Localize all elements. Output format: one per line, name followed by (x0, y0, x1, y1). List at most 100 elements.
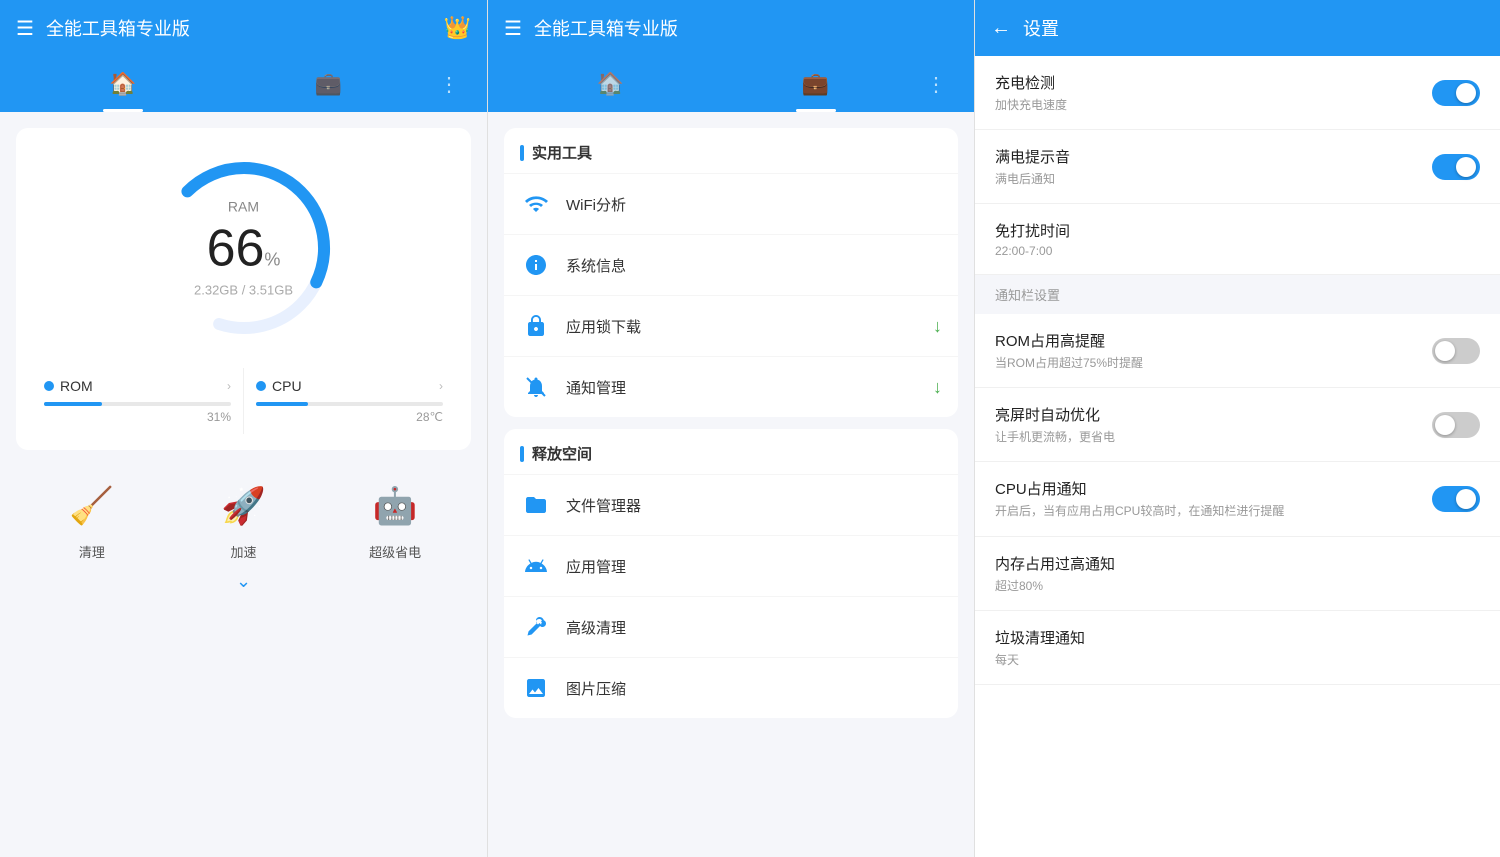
setting-mem-name: 内存占用过高通知 (995, 553, 1480, 574)
item-applock-label: 应用锁下载 (566, 316, 919, 337)
setting-dnd: 免打扰时间 22:00-7:00 (975, 204, 1500, 275)
setting-charge-name: 充电检测 (995, 72, 1432, 93)
item-filemanager[interactable]: 文件管理器 (504, 474, 958, 535)
stat-cpu-header: CPU › (256, 378, 443, 394)
android-icon (520, 550, 552, 582)
item-notification-label: 通知管理 (566, 377, 919, 398)
setting-cpu-notify: CPU占用通知 开启后，当有应用占用CPU较高时，在通知栏进行提醒 (975, 462, 1500, 537)
setting-cpu-name: CPU占用通知 (995, 478, 1432, 499)
folder-icon (520, 489, 552, 521)
setting-rom-name: ROM占用高提醒 (995, 330, 1432, 351)
item-sysinfo[interactable]: 系统信息 (504, 234, 958, 295)
item-imgcompress[interactable]: 图片压缩 (504, 657, 958, 718)
section-utilities-title: 实用工具 (532, 142, 592, 163)
app-header-2: ☰ 全能工具箱专业版 (488, 0, 974, 56)
rom-label: ROM (60, 378, 93, 394)
tools-content: 实用工具 WiFi分析 系统信息 (488, 112, 974, 857)
tab-home-2[interactable]: 🏠 (508, 56, 713, 112)
ram-percent-display: 66% (194, 219, 293, 279)
settings-title: 设置 (1023, 15, 1059, 41)
rom-bar-fill (44, 402, 102, 406)
toggle-screen-optimize[interactable] (1432, 412, 1480, 438)
setting-trash-notify: 垃圾清理通知 每天 (975, 611, 1500, 685)
notification-section-header: 通知栏设置 (975, 275, 1500, 314)
section-indicator-2 (520, 446, 524, 462)
crown-icon: 👑 (444, 15, 471, 41)
section-utilities-header: 实用工具 (504, 128, 958, 173)
item-wifi-label: WiFi分析 (566, 194, 942, 215)
setting-screen-name: 亮屏时自动优化 (995, 404, 1432, 425)
item-sysinfo-label: 系统信息 (566, 255, 942, 276)
lock-icon (520, 310, 552, 342)
ram-sub: 2.32GB / 3.51GB (194, 283, 293, 298)
action-boost[interactable]: 🚀 加速 ⌄ (215, 478, 271, 592)
item-wifi[interactable]: WiFi分析 (504, 173, 958, 234)
tab-bar-1: 🏠 💼 ⋮ (0, 56, 487, 112)
briefcase-icon-2: 💼 (802, 71, 829, 97)
section-space: 释放空间 文件管理器 应用管理 (504, 429, 958, 718)
setting-charge-desc: 加快充电速度 (995, 96, 1432, 113)
toggle-charge-detect[interactable] (1432, 80, 1480, 106)
setting-mem-desc: 超过80% (995, 577, 1480, 594)
setting-full-sound: 满电提示音 满电后通知 (975, 130, 1500, 204)
item-imgcompress-label: 图片压缩 (566, 678, 942, 699)
image-icon (520, 672, 552, 704)
stat-rom-header: ROM › (44, 378, 231, 394)
menu-icon-2[interactable]: ☰ (504, 16, 522, 41)
item-advclean-label: 高级清理 (566, 617, 942, 638)
toggle-cpu-notify[interactable] (1432, 486, 1480, 512)
toggle-rom-high[interactable] (1432, 338, 1480, 364)
more-icon-2[interactable]: ⋮ (926, 72, 946, 97)
gauge-center: RAM 66% 2.32GB / 3.51GB (194, 199, 293, 298)
setting-dnd-desc: 22:00-7:00 (995, 244, 1480, 258)
setting-mem-high: 内存占用过高通知 超过80% (975, 537, 1500, 611)
setting-rom-desc: 当ROM占用超过75%时提醒 (995, 354, 1432, 371)
cpu-value: 28℃ (256, 410, 443, 424)
actions-row: 🧹 清理 🚀 加速 ⌄ 🤖 超级省电 (16, 462, 471, 600)
advclean-icon (520, 611, 552, 643)
action-clean[interactable]: 🧹 清理 (64, 478, 120, 592)
rom-dot (44, 381, 54, 391)
briefcase-icon-1: 💼 (315, 71, 342, 97)
menu-icon-1[interactable]: ☰ (16, 16, 34, 41)
cpu-bar-bg (256, 402, 443, 406)
item-advclean[interactable]: 高级清理 (504, 596, 958, 657)
back-button[interactable]: ← (991, 17, 1011, 40)
main-content-1: RAM 66% 2.32GB / 3.51GB ROM › (0, 112, 487, 857)
ram-unit: % (264, 250, 280, 270)
setting-cpu-desc: 开启后，当有应用占用CPU较高时，在通知栏进行提醒 (995, 502, 1432, 520)
ram-gauge: RAM 66% 2.32GB / 3.51GB (144, 148, 344, 348)
panel-main: ☰ 全能工具箱专业版 👑 🏠 💼 ⋮ RAM (0, 0, 487, 857)
item-appmanager[interactable]: 应用管理 (504, 535, 958, 596)
panel-settings: ← 设置 充电检测 加快充电速度 满电提示音 满电后通知 免打扰时间 22:00… (974, 0, 1500, 857)
ram-percent: 66 (207, 220, 265, 278)
app-header-1: ☰ 全能工具箱专业版 👑 (0, 0, 487, 56)
item-appmanager-label: 应用管理 (566, 556, 942, 577)
more-icon-1[interactable]: ⋮ (439, 72, 459, 97)
home-icon-2: 🏠 (597, 71, 624, 97)
item-notification[interactable]: 通知管理 ↓ (504, 356, 958, 417)
settings-header: ← 设置 (975, 0, 1500, 56)
power-icon: 🤖 (373, 485, 418, 527)
toggle-full-sound[interactable] (1432, 154, 1480, 180)
setting-rom-high: ROM占用高提醒 当ROM占用超过75%时提醒 (975, 314, 1500, 388)
tab-home-1[interactable]: 🏠 (20, 56, 226, 112)
panel-tools: ☰ 全能工具箱专业版 🏠 💼 ⋮ 实用工具 (487, 0, 974, 857)
item-filemanager-label: 文件管理器 (566, 495, 942, 516)
wifi-icon (520, 188, 552, 220)
boost-chevron: ⌄ (236, 571, 251, 592)
tab-tools-1[interactable]: 💼 (226, 56, 432, 112)
tab-bar-2: 🏠 💼 ⋮ (488, 56, 974, 112)
section-utilities: 实用工具 WiFi分析 系统信息 (504, 128, 958, 417)
tab-tools-2[interactable]: 💼 (713, 56, 918, 112)
action-power[interactable]: 🤖 超级省电 (367, 478, 423, 592)
item-applock[interactable]: 应用锁下载 ↓ (504, 295, 958, 356)
setting-full-desc: 满电后通知 (995, 170, 1432, 187)
stat-rom[interactable]: ROM › 31% (32, 368, 243, 434)
notification-badge: ↓ (933, 377, 942, 398)
setting-screen-desc: 让手机更流畅，更省电 (995, 428, 1432, 445)
ram-label: RAM (194, 199, 293, 215)
bell-off-icon (520, 371, 552, 403)
applock-badge: ↓ (933, 316, 942, 337)
stat-cpu[interactable]: CPU › 28℃ (243, 368, 455, 434)
